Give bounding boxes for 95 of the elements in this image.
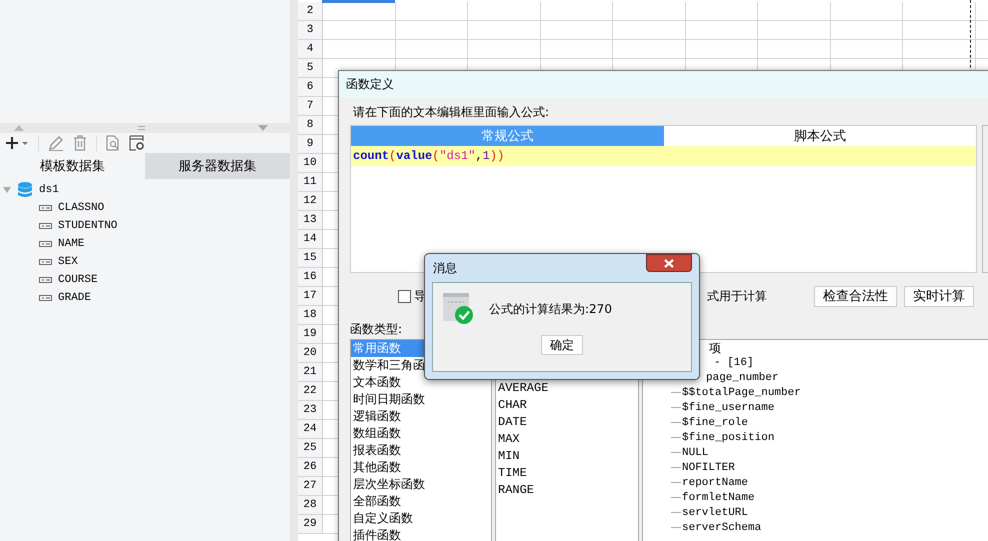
field-name[interactable]: SEX xyxy=(58,256,78,268)
trash-icon[interactable] xyxy=(73,135,87,151)
row-number[interactable]: 3 xyxy=(298,21,323,39)
row-number[interactable]: 25 xyxy=(298,439,323,457)
expand-caret-icon[interactable] xyxy=(3,187,11,193)
row-number[interactable]: 18 xyxy=(298,306,323,324)
collapse-up-icon[interactable] xyxy=(14,125,24,131)
function-type-item[interactable]: 数组函数 xyxy=(351,425,491,442)
row-number[interactable]: 15 xyxy=(298,249,323,267)
parameter-item[interactable]: $fine_username xyxy=(682,402,774,414)
section-label: 函数类型: xyxy=(350,322,402,337)
row-number[interactable]: 8 xyxy=(298,116,323,134)
function-item[interactable]: MAX xyxy=(496,431,638,448)
dialog-button[interactable]: 检查合法性 xyxy=(814,286,897,306)
row-number[interactable]: 5 xyxy=(298,59,323,77)
formula-code: count(value("ds1",1)) xyxy=(353,149,504,163)
row-number[interactable]: 20 xyxy=(298,344,323,362)
function-type-item[interactable]: 逻辑函数 xyxy=(351,408,491,425)
row-number[interactable]: 21 xyxy=(298,363,323,381)
close-icon[interactable] xyxy=(664,258,674,268)
parameter-item[interactable]: - [16] xyxy=(714,356,754,368)
field-icon xyxy=(39,277,52,283)
field-icon xyxy=(39,223,52,229)
row-number[interactable]: 2 xyxy=(298,2,323,20)
field-icon xyxy=(39,295,52,301)
dialog-title: 函数定义 xyxy=(346,76,394,93)
parameter-item[interactable]: NOFILTER xyxy=(682,462,735,474)
parameter-item[interactable]: page_number xyxy=(706,372,779,384)
row-number[interactable]: 24 xyxy=(298,420,323,438)
row-number[interactable]: 6 xyxy=(298,78,323,96)
row-number[interactable]: 14 xyxy=(298,230,323,248)
row-number[interactable]: 22 xyxy=(298,382,323,400)
checkbox-label: 式用于计算 xyxy=(707,288,767,304)
row-number[interactable]: 27 xyxy=(298,477,323,495)
function-type-item[interactable]: 其他函数 xyxy=(351,459,491,476)
row-number[interactable]: 17 xyxy=(298,287,323,305)
row-number[interactable]: 28 xyxy=(298,496,323,514)
row-number[interactable]: 9 xyxy=(298,135,323,153)
function-type-item[interactable]: 报表函数 xyxy=(351,442,491,459)
function-type-item[interactable]: 全部函数 xyxy=(351,493,491,510)
field-name[interactable]: STUDENTNO xyxy=(58,220,118,232)
row-number[interactable]: 16 xyxy=(298,268,323,286)
function-item[interactable]: MIN xyxy=(496,448,638,465)
dataset-name[interactable]: ds1 xyxy=(39,184,59,196)
pencil-icon[interactable] xyxy=(48,135,64,151)
parameter-item[interactable]: $fine_role xyxy=(682,416,748,428)
row-number[interactable]: 23 xyxy=(298,401,323,419)
collapse-down-icon[interactable] xyxy=(258,125,268,131)
parameter-item[interactable]: serverSchema xyxy=(682,522,762,534)
checkbox-label: 导 xyxy=(414,288,426,304)
row-number[interactable]: 12 xyxy=(298,192,323,210)
preview-icon[interactable] xyxy=(106,135,120,151)
prompt-label: 请在下面的文本编辑框里面输入公式: xyxy=(352,104,550,120)
message-text: 公式的计算结果为:270 xyxy=(489,300,612,318)
row-number[interactable]: 10 xyxy=(298,154,323,172)
parameter-item[interactable]: reportName xyxy=(682,476,748,488)
checkbox[interactable] xyxy=(398,290,411,302)
function-type-item[interactable]: 插件函数 xyxy=(351,527,491,541)
function-item[interactable]: CHAR xyxy=(496,397,638,414)
function-item[interactable]: RANGE xyxy=(496,482,638,499)
row-number[interactable]: 13 xyxy=(298,211,323,229)
field-name[interactable]: CLASSNO xyxy=(58,202,104,214)
row-number[interactable]: 7 xyxy=(298,97,323,115)
field-icon xyxy=(39,259,52,265)
database-icon xyxy=(18,182,32,198)
dialog-button[interactable]: 实时计算 xyxy=(904,286,974,306)
tree-header: 项 xyxy=(709,341,721,355)
parameter-item[interactable]: $$totalPage_number xyxy=(682,386,801,398)
function-item[interactable]: AVERAGE xyxy=(496,380,638,397)
parameter-item[interactable]: servletURL xyxy=(682,506,748,518)
function-type-item[interactable]: 时间日期函数 xyxy=(351,391,491,408)
row-number[interactable]: 26 xyxy=(298,458,323,476)
settings-icon[interactable] xyxy=(129,135,145,151)
field-icon xyxy=(39,205,52,211)
function-type-item[interactable]: 层次坐标函数 xyxy=(351,476,491,493)
grip-icon[interactable] xyxy=(138,126,144,130)
parameter-item[interactable]: NULL xyxy=(682,446,708,458)
success-icon xyxy=(443,293,475,325)
dataset-tab[interactable]: 服务器数据集 xyxy=(145,153,290,179)
ok-button[interactable]: 确定 xyxy=(541,335,583,355)
function-item[interactable]: TIME xyxy=(496,465,638,482)
field-icon xyxy=(39,241,52,247)
row-number[interactable]: 4 xyxy=(298,40,323,58)
parameter-item[interactable]: $fine_position xyxy=(682,432,774,444)
field-name[interactable]: NAME xyxy=(58,238,84,250)
parameter-item[interactable]: formletName xyxy=(682,492,755,504)
add-icon[interactable] xyxy=(5,136,29,150)
function-item[interactable]: DATE xyxy=(496,414,638,431)
row-number[interactable]: 19 xyxy=(298,325,323,343)
row-number[interactable]: 29 xyxy=(298,515,323,533)
field-name[interactable]: GRADE xyxy=(58,292,92,304)
field-name[interactable]: COURSE xyxy=(58,274,98,286)
close-button[interactable] xyxy=(646,254,692,272)
row-number[interactable]: 11 xyxy=(298,173,323,191)
function-type-item[interactable]: 自定义函数 xyxy=(351,510,491,527)
